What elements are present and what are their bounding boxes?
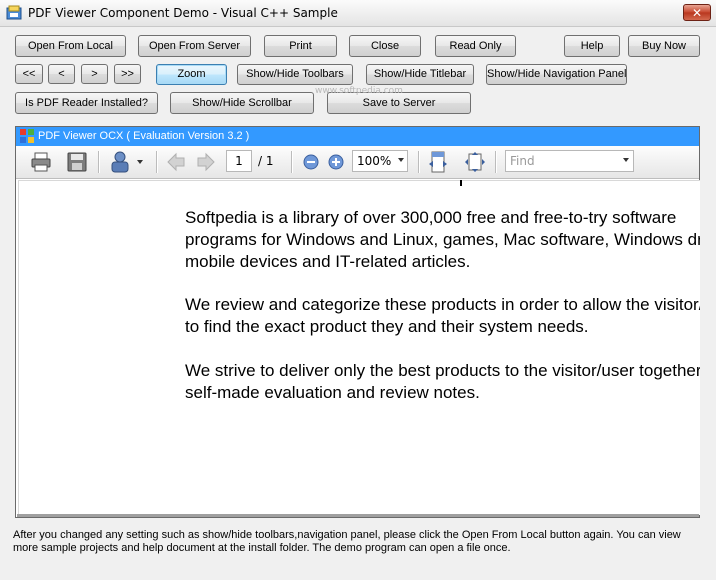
first-page-button[interactable]: << <box>15 64 43 84</box>
paragraph: We strive to deliver only the best produ… <box>185 360 700 404</box>
text-line: to find the exact product they and their… <box>185 317 589 336</box>
fit-page-icon[interactable] <box>464 151 486 173</box>
print-icon[interactable] <box>30 151 52 173</box>
window-title: PDF Viewer Component Demo - Visual C++ S… <box>28 6 338 20</box>
chevron-down-icon[interactable] <box>398 158 404 162</box>
instruction-note: After you changed any setting such as sh… <box>13 529 681 554</box>
toolbar-separator <box>418 151 420 173</box>
next-page-button[interactable]: > <box>81 64 108 84</box>
pdf-viewer-title: PDF Viewer OCX ( Evaluation Version 3.2 … <box>38 130 250 142</box>
zoom-in-icon[interactable] <box>327 153 345 171</box>
pdf-document-view[interactable]: Softpedia is a library of over 300,000 f… <box>18 180 700 515</box>
zoom-button[interactable]: Zoom <box>156 64 227 85</box>
text-line: We strive to deliver only the best produ… <box>185 361 700 380</box>
zoom-out-icon[interactable] <box>302 153 320 171</box>
help-button[interactable]: Help <box>564 35 620 57</box>
text-cursor <box>460 180 462 186</box>
close-button[interactable]: Close <box>349 35 421 57</box>
chevron-down-icon[interactable] <box>623 158 629 162</box>
toolbar-separator <box>495 151 497 173</box>
last-page-button[interactable]: >> <box>114 64 141 84</box>
arrow-right-icon[interactable] <box>196 152 216 172</box>
arrow-left-icon[interactable] <box>166 152 186 172</box>
show-hide-titlebar-button[interactable]: Show/Hide Titlebar <box>366 64 474 85</box>
watermark: www.softpedia.com <box>315 86 403 96</box>
toolbar-separator <box>98 151 100 173</box>
open-from-local-button[interactable]: Open From Local <box>15 35 126 57</box>
text-line: We review and categorize these products … <box>185 295 700 314</box>
user-tools-icon[interactable] <box>108 150 146 174</box>
show-hide-navigation-panel-button[interactable]: Show/Hide Navigation Panel <box>486 64 627 85</box>
text-line: programs for Windows and Linux, games, M… <box>185 230 700 249</box>
text-line: self-made evaluation and review notes. <box>185 383 480 402</box>
show-hide-toolbars-button[interactable]: Show/Hide Toolbars <box>237 64 353 85</box>
buy-now-button[interactable]: Buy Now <box>628 35 700 57</box>
toolbar-separator <box>291 151 293 173</box>
paragraph: Softpedia is a library of over 300,000 f… <box>185 207 700 273</box>
is-pdf-reader-installed-button[interactable]: Is PDF Reader Installed? <box>15 92 158 114</box>
text-line: Softpedia is a library of over 300,000 f… <box>185 208 677 227</box>
document-border <box>17 514 699 517</box>
text-line: mobile devices and IT-related articles. <box>185 252 471 271</box>
viewer-app-icon <box>20 129 34 143</box>
print-button[interactable]: Print <box>264 35 337 57</box>
find-input[interactable]: Find <box>505 150 634 172</box>
open-from-server-button[interactable]: Open From Server <box>138 35 251 57</box>
window-close-button[interactable]: ✕ <box>683 4 711 21</box>
read-only-button[interactable]: Read Only <box>435 35 516 57</box>
page-total-label: / 1 <box>258 154 274 168</box>
save-icon[interactable] <box>66 151 88 173</box>
app-icon <box>6 5 22 20</box>
page-number-input[interactable]: 1 <box>226 150 252 172</box>
paragraph: We review and categorize these products … <box>185 294 700 338</box>
toolbar-separator <box>156 151 158 173</box>
fit-width-icon[interactable] <box>428 151 448 173</box>
show-hide-scrollbar-button[interactable]: Show/Hide Scrollbar <box>170 92 314 114</box>
previous-page-button[interactable]: < <box>48 64 75 84</box>
